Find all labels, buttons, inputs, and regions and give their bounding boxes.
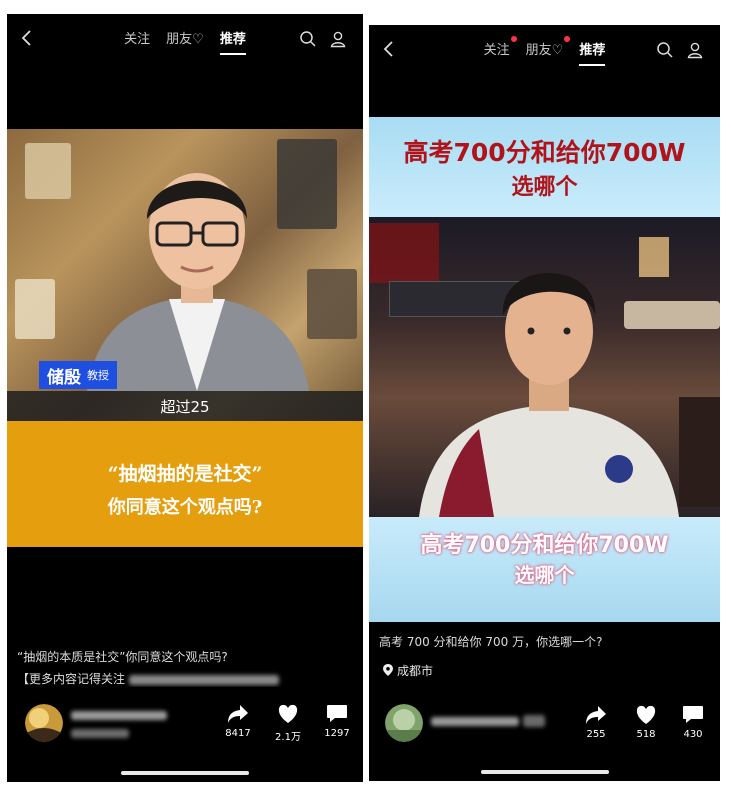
video-subtitle: 超过25: [160, 398, 210, 416]
location-tag[interactable]: 成都市: [383, 662, 433, 679]
search-icon[interactable]: [656, 41, 674, 59]
share-count: 8417: [225, 728, 251, 739]
video-headline-bottom-line-2: 选哪个: [514, 563, 575, 587]
like-count: 2.1万: [275, 732, 301, 743]
blurred-text: [128, 674, 279, 685]
video-headline-top-line-1: 高考700分和给你700W: [403, 138, 686, 167]
like-button[interactable]: 518: [623, 705, 669, 740]
speaker-name-tag: 储殷 教授: [39, 361, 117, 389]
author-name-blurred[interactable]: [71, 711, 167, 720]
tab-recommended[interactable]: 推荐: [219, 28, 246, 55]
top-navigation-bar: 关注 朋友♡ 推荐: [369, 25, 720, 77]
tab-following-label: 关注: [483, 43, 510, 58]
share-count: 255: [586, 729, 606, 740]
caption-text: 高考 700 分和给你 700 万，你选哪一个?: [379, 635, 603, 649]
notification-dot: [510, 36, 517, 42]
tab-friends[interactable]: 朋友♡: [166, 28, 204, 47]
author-name-blurred[interactable]: [431, 717, 519, 726]
share-button[interactable]: 255: [573, 705, 619, 740]
share-icon: [228, 705, 248, 723]
share-icon: [586, 706, 606, 724]
quote-line-1: “抽烟抽的是社交”: [107, 463, 263, 485]
caption-text: “抽烟的本质是社交”你同意这个观点吗?: [17, 650, 228, 664]
comment-count: 1297: [324, 728, 350, 739]
video-feed-screen-right: 关注 朋友♡ 推荐 高考700分和给你700W 选哪个 高考700分和给你700…: [369, 25, 720, 781]
author-avatar[interactable]: [25, 704, 63, 742]
tab-friends[interactable]: 朋友♡: [525, 36, 571, 58]
like-button[interactable]: 2.1万: [265, 704, 311, 743]
tab-friends-label: 朋友♡: [525, 43, 564, 58]
caption-text-2: 【更多内容记得关注: [17, 672, 126, 686]
search-icon[interactable]: [299, 30, 317, 48]
comment-count: 430: [683, 729, 703, 740]
comment-button[interactable]: 430: [670, 705, 716, 740]
speaker-name: 储殷: [47, 367, 81, 388]
location-name: 成都市: [397, 664, 434, 678]
comment-icon: [327, 705, 347, 722]
notification-dot: [564, 36, 571, 42]
video-feed-screen-left: 关注 朋友♡ 推荐 储殷 教授 超过25 “抽烟抽的是社交” 你同意这个观点吗?…: [7, 14, 363, 782]
video-caption[interactable]: 高考 700 分和给你 700 万，你选哪一个?: [379, 633, 710, 650]
home-indicator[interactable]: [480, 770, 609, 774]
quote-line-2: 你同意这个观点吗?: [107, 497, 263, 518]
location-pin-icon: [383, 664, 393, 676]
video-player[interactable]: 高考700分和给你700W 选哪个 高考700分和给你700W 选哪个: [369, 117, 720, 622]
comment-icon: [683, 706, 703, 723]
tab-following[interactable]: 关注: [124, 28, 150, 47]
author-avatar[interactable]: [385, 704, 423, 742]
user-icon[interactable]: [686, 41, 704, 59]
video-caption-second-line[interactable]: 【更多内容记得关注: [17, 670, 353, 687]
tab-following[interactable]: 关注: [483, 36, 517, 58]
author-subtitle-blurred: [71, 729, 129, 738]
share-button[interactable]: 8417: [215, 704, 261, 739]
heart-icon: [636, 705, 656, 724]
comment-button[interactable]: 1297: [314, 704, 360, 739]
board-note: [15, 279, 55, 339]
speaker-illustration: [87, 173, 309, 391]
board-note: [25, 143, 71, 199]
speaker-title: 教授: [87, 369, 109, 382]
user-icon[interactable]: [329, 30, 347, 48]
student-illustration: [419, 273, 679, 517]
tab-recommended[interactable]: 推荐: [579, 39, 606, 66]
video-player[interactable]: 储殷 教授 超过25 “抽烟抽的是社交” 你同意这个观点吗?: [7, 129, 363, 547]
like-count: 518: [636, 729, 656, 740]
author-badge-blurred: [523, 715, 545, 727]
home-indicator[interactable]: [121, 771, 249, 775]
video-headline-top-line-2: 选哪个: [511, 175, 578, 200]
top-navigation-bar: 关注 朋友♡ 推荐: [7, 14, 363, 66]
heart-icon: [278, 704, 298, 723]
video-headline-bottom-line-1: 高考700分和给你700W: [420, 533, 669, 558]
bystander: [679, 397, 720, 507]
video-caption[interactable]: “抽烟的本质是社交”你同意这个观点吗?: [17, 648, 353, 665]
